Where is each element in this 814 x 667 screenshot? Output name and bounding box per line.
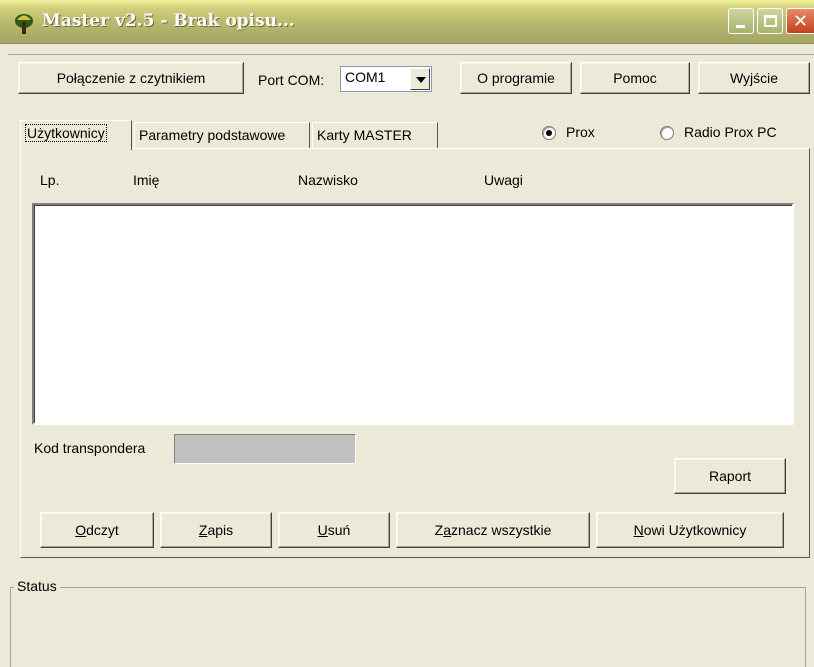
about-button[interactable]: O programie [460, 62, 572, 94]
status-group [10, 587, 806, 667]
radio-prox-dot [546, 130, 552, 136]
tab-basic-parameters-label: Parametry podstawowe [139, 127, 286, 143]
connect-reader-button[interactable]: Połączenie z czytnikiem [18, 62, 244, 94]
app-icon [15, 14, 33, 34]
tab-basic-parameters[interactable]: Parametry podstawowe [134, 122, 310, 148]
save-button[interactable]: Zapis [160, 512, 272, 548]
minimize-button[interactable] [728, 8, 754, 34]
users-list[interactable] [32, 203, 794, 425]
delete-label: suń [327, 522, 351, 538]
radio-prox[interactable] [542, 126, 556, 140]
transponder-code-label: Kod transpondera [34, 440, 146, 456]
delete-accelerator: U [317, 522, 328, 538]
read-label: dczyt [86, 522, 119, 538]
minimize-icon [736, 25, 745, 28]
save-accelerator: Z [198, 522, 208, 538]
tab-users-label: Użytkownicy [25, 124, 107, 142]
report-button[interactable]: Raport [674, 458, 786, 494]
tab-master-cards-label: Karty MASTER [317, 127, 412, 143]
select-all-prefix: Z [434, 522, 444, 538]
help-button[interactable]: Pomoc [580, 62, 690, 94]
column-header-notes[interactable]: Uwagi [484, 172, 523, 188]
new-users-accelerator: N [633, 522, 644, 538]
delete-button[interactable]: Usuń [278, 512, 390, 548]
status-label: Status [14, 578, 60, 594]
radio-radio-prox-pc-label[interactable]: Radio Prox PC [684, 124, 777, 140]
select-all-button[interactable]: Za znacz wszystkie [396, 512, 590, 548]
maximize-icon [764, 15, 777, 27]
close-icon: ✕ [793, 11, 809, 32]
tab-master-cards[interactable]: Karty MASTER [312, 122, 438, 148]
transponder-code-field[interactable] [174, 434, 356, 464]
window-title: Master v2.5 - Brak opisu... [42, 11, 295, 31]
port-com-label: Port COM: [258, 72, 325, 88]
new-users-button[interactable]: Nowi Użytkownicy [596, 512, 784, 548]
select-all-accelerator: a [443, 522, 451, 538]
column-header-last-name[interactable]: Nazwisko [298, 172, 358, 188]
port-com-value: COM1 [345, 69, 386, 85]
exit-button[interactable]: Wyjście [698, 62, 810, 94]
close-button[interactable]: ✕ [786, 8, 814, 34]
read-button[interactable]: Odczyt [40, 512, 154, 548]
read-accelerator: O [75, 522, 87, 538]
column-header-lp[interactable]: Lp. [40, 172, 59, 188]
chevron-down-icon [416, 77, 426, 83]
port-com-dropdown-button[interactable] [410, 68, 430, 90]
column-header-first-name[interactable]: Imię [133, 172, 159, 188]
new-users-label: owi Użytkownicy [643, 522, 747, 538]
select-all-label: znacz wszystkie [451, 522, 552, 538]
port-com-select[interactable]: COM1 [340, 66, 432, 92]
maximize-button[interactable] [757, 8, 783, 34]
tab-users[interactable]: Użytkownicy [20, 120, 132, 150]
radio-prox-label[interactable]: Prox [566, 124, 595, 140]
radio-radio-prox-pc[interactable] [660, 126, 674, 140]
save-label: apis [207, 522, 234, 538]
app-window: Master v2.5 - Brak opisu... ✕ Połączenie… [0, 0, 814, 667]
title-bar[interactable]: Master v2.5 - Brak opisu... ✕ [0, 0, 814, 44]
